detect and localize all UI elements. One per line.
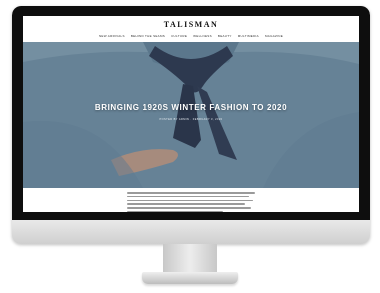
hero-meta: POSTED BY ADMIN · FEBRUARY 3, 2020 (159, 118, 223, 121)
hero-title[interactable]: BRINGING 1920S WINTER FASHION TO 2020 (23, 103, 359, 112)
monitor-stand-neck (163, 244, 217, 274)
hero-overlay (23, 42, 359, 188)
text-line (127, 203, 245, 205)
text-line (127, 199, 253, 202)
nav-item-magazine[interactable]: MAGAZINE (265, 34, 283, 38)
screen: TALISMAN NEW ARRIVALS BEHIND THE SEAMS C… (23, 16, 359, 212)
text-line (127, 207, 251, 209)
site-logo[interactable]: TALISMAN (23, 20, 359, 29)
nav-item-new-arrivals[interactable]: NEW ARRIVALS (99, 34, 125, 38)
monitor-chin (12, 220, 370, 244)
text-line (127, 192, 255, 194)
text-line (127, 210, 223, 212)
article-body (127, 192, 255, 212)
text-line (127, 195, 249, 198)
main-nav: NEW ARRIVALS BEHIND THE SEAMS CULTURE WE… (23, 34, 359, 38)
nav-item-multimedia[interactable]: MULTIMEDIA (238, 34, 259, 38)
site-header: TALISMAN NEW ARRIVALS BEHIND THE SEAMS C… (23, 16, 359, 42)
nav-item-wellness[interactable]: WELLNESS (193, 34, 212, 38)
hero-banner[interactable]: BRINGING 1920S WINTER FASHION TO 2020 PO… (23, 42, 359, 188)
nav-item-behind-the-seams[interactable]: BEHIND THE SEAMS (131, 34, 165, 38)
nav-item-beauty[interactable]: BEAUTY (218, 34, 232, 38)
monitor: TALISMAN NEW ARRIVALS BEHIND THE SEAMS C… (12, 6, 370, 244)
nav-item-culture[interactable]: CULTURE (171, 34, 187, 38)
monitor-stand-base (142, 272, 238, 284)
